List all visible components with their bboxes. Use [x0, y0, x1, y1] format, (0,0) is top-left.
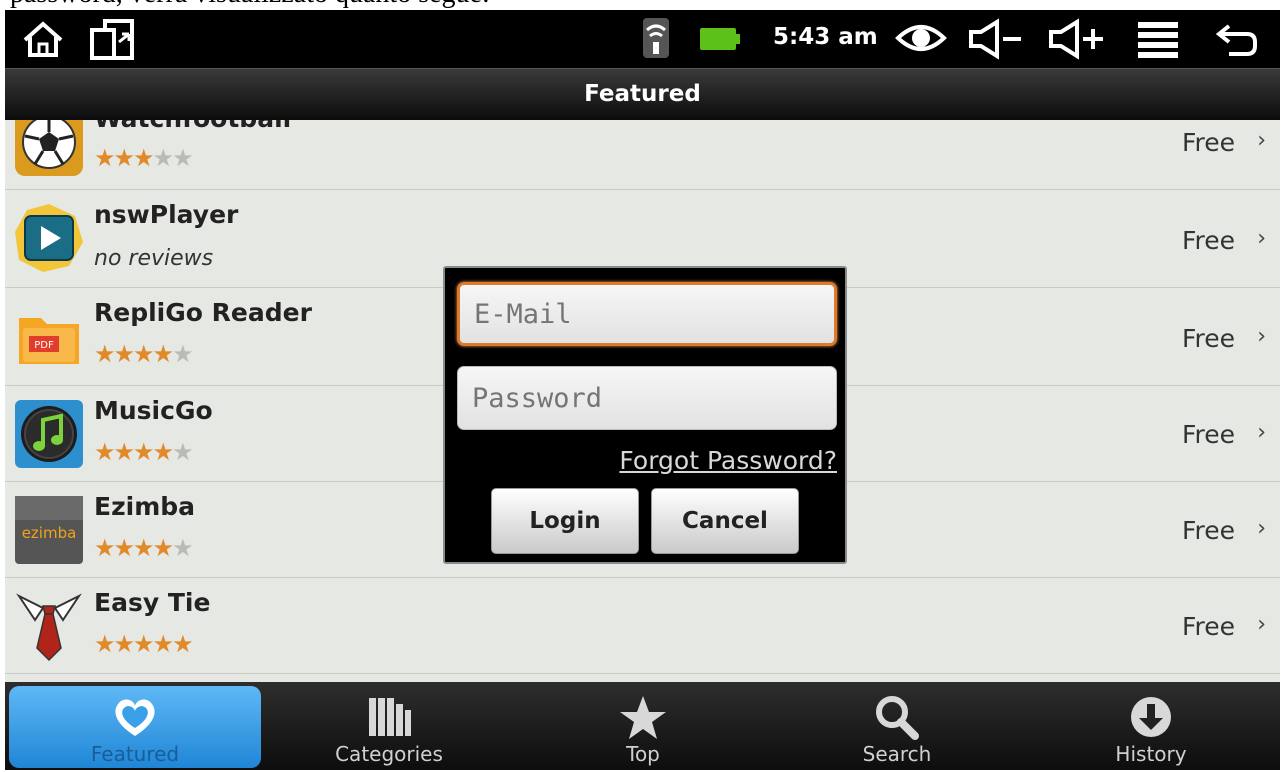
rating-stars: ★★★★★: [94, 630, 194, 658]
clock: 5:43 am: [773, 24, 878, 50]
app-price: Free: [1181, 226, 1235, 255]
tab-label: Top: [626, 742, 660, 766]
login-button[interactable]: Login: [491, 488, 639, 554]
tab-top[interactable]: Top: [517, 686, 769, 768]
app-price: Free: [1181, 128, 1235, 157]
tab-featured[interactable]: Featured: [9, 686, 261, 768]
login-dialog: Forgot Password? Login Cancel: [443, 266, 847, 564]
tab-categories[interactable]: Categories: [263, 686, 515, 768]
star-icon: ★: [172, 630, 193, 658]
app-name: MusicGo: [94, 396, 213, 425]
app-price: Free: [1181, 612, 1235, 641]
chevron-right-icon: ›: [1257, 516, 1266, 541]
wifi-icon: [643, 18, 669, 58]
rating-stars: ★★★★★: [94, 144, 194, 172]
title-bar: Featured: [5, 68, 1280, 120]
app-price: Free: [1181, 516, 1235, 545]
eye-icon[interactable]: [895, 20, 947, 56]
caption-text: password, verrà visualizzato quanto segu…: [10, 0, 490, 10]
app-name: nswPlayer: [94, 200, 239, 229]
star-icon: ★: [152, 438, 174, 466]
play-icon: [15, 204, 83, 272]
star-icon: ★: [172, 340, 193, 368]
star-icon: ★: [152, 534, 174, 562]
star-icon: ★: [133, 340, 154, 368]
screen: password, verrà visualizzato quanto segu…: [0, 0, 1284, 772]
star-icon: [620, 696, 666, 739]
star-icon: ★: [152, 340, 174, 368]
star-icon: ★: [94, 534, 115, 562]
star-icon: ★: [133, 144, 154, 172]
volume-up-icon[interactable]: [1045, 18, 1109, 60]
rating-stars: ★★★★★: [94, 340, 194, 368]
rating-stars: ★★★★★: [94, 438, 194, 466]
list-item[interactable]: Watchfootball ★★★★★ Free ›: [5, 120, 1280, 190]
page-title: Featured: [584, 81, 701, 107]
volume-down-icon[interactable]: [965, 18, 1029, 60]
search-icon: [876, 696, 919, 740]
star-icon: ★: [94, 438, 115, 466]
tab-label: History: [1115, 742, 1187, 766]
home-icon[interactable]: [21, 20, 65, 58]
star-icon: ★: [94, 144, 115, 172]
app-price: Free: [1181, 420, 1235, 449]
tab-history[interactable]: History: [1025, 686, 1277, 768]
tab-label: Categories: [335, 742, 443, 766]
app-name: Easy Tie: [94, 588, 211, 617]
cancel-button[interactable]: Cancel: [651, 488, 799, 554]
music-note-icon: [15, 400, 83, 468]
chevron-right-icon: ›: [1257, 128, 1266, 153]
battery-icon: [700, 28, 740, 50]
email-field[interactable]: [457, 282, 837, 346]
tab-label: Featured: [90, 742, 180, 766]
chevron-right-icon: ›: [1257, 226, 1266, 251]
star-icon: ★: [152, 630, 174, 658]
tie-icon: [16, 593, 82, 662]
star-icon: ★: [133, 534, 154, 562]
chevron-right-icon: ›: [1257, 324, 1266, 349]
review-count: no reviews: [94, 246, 214, 271]
app-name: Ezimba: [94, 492, 196, 521]
star-icon: ★: [94, 630, 115, 658]
download-icon: [1131, 697, 1171, 737]
star-icon: ★: [113, 438, 135, 466]
star-icon: ★: [172, 438, 193, 466]
star-icon: ★: [172, 144, 193, 172]
tab-search[interactable]: Search: [771, 686, 1023, 768]
list-item[interactable]: Easy Tie ★★★★★ Free ›: [5, 578, 1280, 674]
app-name: RepliGo Reader: [94, 298, 312, 327]
tab-label: Search: [862, 742, 932, 766]
recent-apps-icon[interactable]: [89, 18, 135, 60]
bottom-nav: Featured Categories Top Search History: [5, 682, 1280, 770]
star-icon: ★: [133, 438, 154, 466]
star-icon: ★: [113, 534, 135, 562]
football-icon: [15, 120, 83, 176]
star-icon: ★: [133, 630, 154, 658]
forgot-password-link[interactable]: Forgot Password?: [619, 446, 837, 475]
svg-text:ezimba: ezimba: [22, 524, 77, 542]
password-field[interactable]: [457, 366, 837, 430]
star-icon: ★: [172, 534, 193, 562]
pdf-folder-icon: PDF: [19, 318, 79, 364]
status-bar: 5:43 am: [5, 10, 1280, 68]
app-price: Free: [1181, 324, 1235, 353]
star-icon: ★: [152, 144, 174, 172]
app-name: Watchfootball: [94, 120, 291, 133]
rating-stars: ★★★★★: [94, 534, 194, 562]
books-icon: [369, 698, 411, 736]
star-icon: ★: [94, 340, 115, 368]
star-icon: ★: [113, 340, 135, 368]
heart-icon: [115, 699, 155, 736]
star-icon: ★: [113, 630, 135, 658]
chevron-right-icon: ›: [1257, 420, 1266, 445]
back-icon[interactable]: [1215, 20, 1259, 58]
svg-text:PDF: PDF: [34, 340, 54, 351]
menu-icon[interactable]: [1135, 18, 1181, 60]
chevron-right-icon: ›: [1257, 612, 1266, 637]
star-icon: ★: [113, 144, 135, 172]
ezimba-logo-icon: ezimba: [15, 496, 83, 564]
document-caption: password, verrà visualizzato quanto segu…: [0, 0, 1284, 10]
